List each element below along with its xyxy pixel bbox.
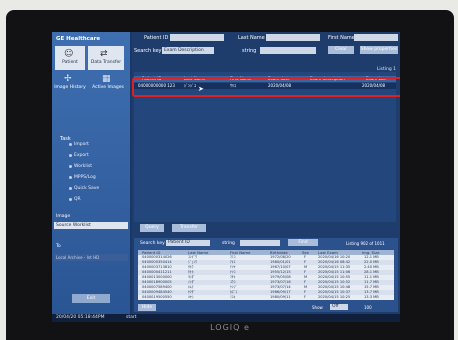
mouse-cursor-icon: ➤ [198,85,204,93]
radio-icon [69,187,72,190]
data-transfer-icon: ⇄ [100,49,108,59]
task-quick-save[interactable]: Quick Save [69,186,100,191]
destination-label: To [56,244,61,249]
selected-exam-row[interactable]: 04000000000 123 ｼﾞﾝｼﾞﾕ ｻｷｺ 2020/04/08 20… [132,77,400,97]
radio-icon [69,154,72,157]
string-label: string [242,48,257,54]
patient-icon: ☺ [64,49,74,59]
image-history-label: Image History [54,85,86,90]
lower-footer: Hide Show Off 100 [134,304,398,312]
device-label: LOGIQ e [210,323,250,332]
find-button[interactable]: Find [288,239,318,246]
table-cell: F [304,295,307,299]
main-panel: Patient ID Last Name First Name Search k… [132,32,400,314]
task-import[interactable]: Import [69,142,89,147]
radio-icon [69,165,72,168]
active-images-label: Active Images [92,85,124,90]
table-cell: 13.3 MB [364,295,379,299]
patient-button-label: Patient [62,60,78,65]
show-label: Show [312,305,323,310]
radio-icon [69,143,72,146]
hide-button[interactable]: Hide [138,304,156,311]
app-logo: GE Healthcare [56,36,101,42]
lower-string-input[interactable] [240,240,280,246]
task-label: Import [74,142,89,147]
data-transfer-button-label: Data Transfer [90,60,122,65]
image-history-icon: ✢ [64,74,72,84]
task-worklist[interactable]: Worklist [69,164,93,169]
lower-listing-count: Listing 902 of 1011 [346,241,385,246]
show-properties-button[interactable]: Show properties [360,46,398,54]
lower-string-label: string [222,241,235,246]
page-size: 100 [364,305,372,310]
left-panel: GE Healthcare ☺ Patient ⇄ Data Transfer … [52,32,130,314]
radio-icon [69,176,72,179]
task-mpps[interactable]: MPPS/Log [69,175,96,180]
table-row[interactable]: 0400019500550 ﾊﾔｼ ﾐﾕｷ 1980/09/11 F 2020/04/15… [138,295,394,300]
string-input[interactable] [260,47,316,54]
patient-button[interactable]: ☺ Patient [55,46,85,70]
query-button[interactable]: Query [140,224,164,232]
first-name-input[interactable] [354,34,398,41]
task-label: MPPS/Log [74,175,96,180]
table-cell: ﾐﾕｷ [230,295,236,299]
monitor-bezel: GE Healthcare ☺ Patient ⇄ Data Transfer … [6,10,454,340]
table-cell: 0400019500550 [142,295,172,299]
start-button[interactable]: start [126,314,136,322]
clear-button[interactable]: Clear [328,46,354,54]
taskbar: 20/04/20 05:18:44PM start [52,314,400,322]
table-cell: 2020/04/15 10:25 [318,295,351,299]
task-label: Quick Save [74,186,100,191]
active-images-button[interactable]: ▦ Active Images [90,72,126,94]
task-label: Worklist [74,164,93,169]
image-history-button[interactable]: ✢ Image History [52,72,88,94]
radio-icon [69,198,72,201]
patient-id-input[interactable] [170,34,224,41]
last-name-label: Last Name [238,35,265,41]
task-label: QR [74,197,81,202]
patient-id-label: Patient ID [144,35,169,41]
search-key-select[interactable]: Exam Description [162,47,214,54]
task-qr[interactable]: QR [69,197,81,202]
taskbar-datetime: 20/04/20 05:18:44PM [56,315,105,320]
active-images-icon: ▦ [102,74,111,84]
first-name-label: First Name [328,35,355,41]
data-transfer-button[interactable]: ⇄ Data Transfer [88,46,124,70]
task-label: Export [74,153,89,158]
screen: GE Healthcare ☺ Patient ⇄ Data Transfer … [52,32,400,322]
patient-table: Patient ID Last Name First Name Birthdat… [138,250,394,300]
search-key-label: Search key [134,48,162,54]
last-name-input[interactable] [266,34,320,41]
destination-select[interactable]: Local Archive - Int HD [54,254,128,261]
task-export[interactable]: Export [69,153,89,158]
source-select[interactable]: Source Worklist [54,222,128,229]
show-toggle[interactable]: Off [330,304,348,310]
table-cell: ﾊﾔｼ [188,295,194,299]
lower-search-key-label: Search key [140,241,165,246]
table-cell: 1980/09/11 [270,295,291,299]
highlight-annotation [132,77,400,97]
exit-button[interactable]: Exit [72,294,110,303]
task-title: Task [60,136,71,142]
lower-search-key-select[interactable]: Patient ID [166,240,210,246]
transfer-button[interactable]: Transfer [172,224,206,232]
source-label: Image [56,214,71,219]
